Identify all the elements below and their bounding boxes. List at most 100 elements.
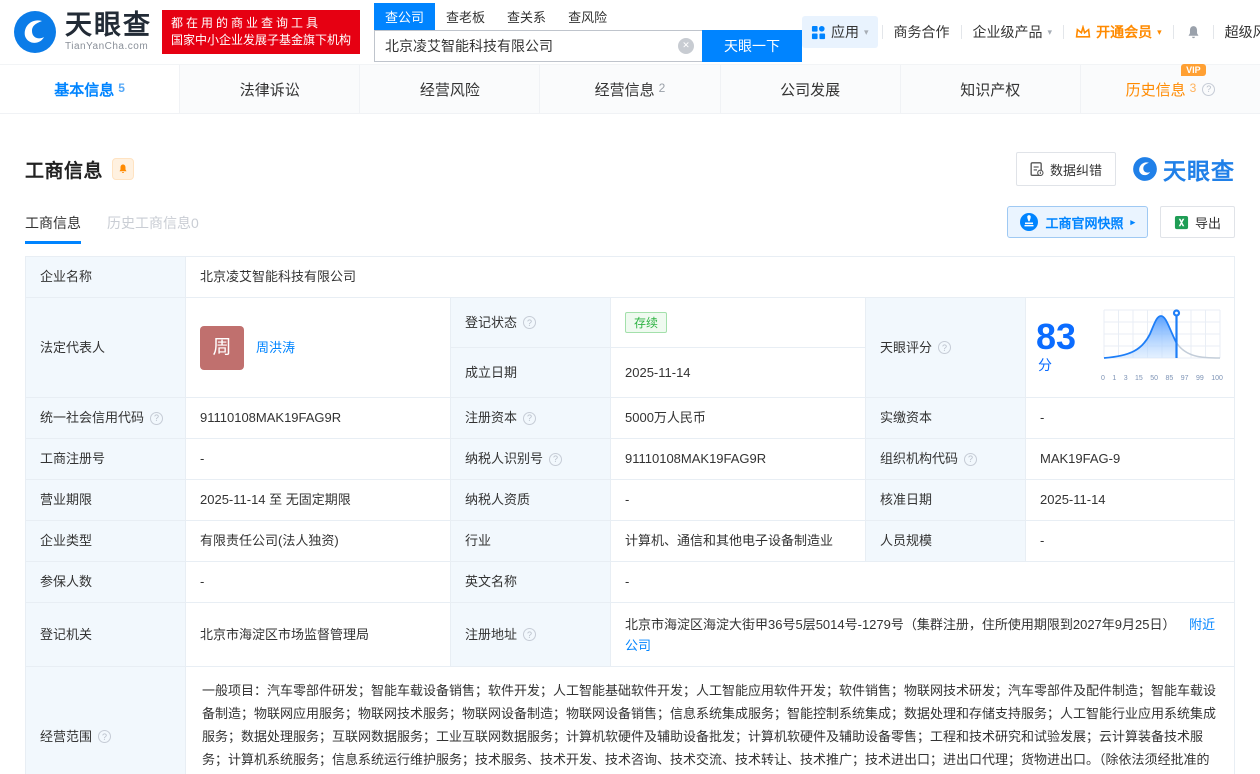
question-icon[interactable]: ?: [938, 341, 952, 354]
english-name-label: 英文名称: [451, 562, 611, 602]
legal-rep-value: 周 周洪涛: [186, 298, 451, 397]
taxpayer-id-label-cell: 纳税人识别号 ?: [451, 439, 611, 479]
legal-rep-link[interactable]: 周洪涛: [256, 338, 295, 358]
question-icon[interactable]: ?: [98, 730, 112, 743]
reg-status-value: 存续: [611, 298, 865, 347]
credit-code-label: 统一社会信用代码: [40, 410, 145, 425]
score-distribution-chart: 01 3 15 50 85 97 99 100: [1100, 306, 1224, 389]
tianyancha-logo-icon: [14, 11, 56, 53]
business-term-label: 营业期限: [26, 480, 186, 520]
logo-text: 天眼查: [65, 10, 152, 40]
enterprise-label: 企业级产品: [972, 24, 1043, 40]
stamp-icon: [1020, 213, 1039, 231]
industry-label: 行业: [451, 521, 611, 561]
industry-value: 计算机、通信和其他电子设备制造业: [611, 521, 866, 561]
org-code-label-cell: 组织机构代码 ?: [866, 439, 1026, 479]
reg-capital-label-cell: 注册资本 ?: [451, 398, 611, 438]
tab-intellectual-property[interactable]: 知识产权: [901, 65, 1081, 113]
tab-company-development[interactable]: 公司发展: [721, 65, 901, 113]
super-risk-menu[interactable]: 超级风... ▾: [1214, 22, 1260, 42]
export-button[interactable]: 导出: [1159, 206, 1235, 238]
business-term-value: 2025-11-14 至 无固定期限: [186, 480, 451, 520]
vip-label: 开通会员: [1096, 24, 1153, 40]
taxpayer-quality-label: 纳税人资质: [451, 480, 611, 520]
slogan-badge: 都在用的商业查询工具 国家中小企业发展子基金旗下机构: [162, 10, 361, 54]
tab-history-info[interactable]: 历史信息 VIP 3 ?: [1081, 63, 1260, 113]
question-icon[interactable]: ?: [150, 411, 164, 425]
score-value-cell: 83分 0 1 3 15 50 85 97 99 100: [1026, 298, 1234, 397]
paid-capital-label: 实缴资本: [866, 398, 1026, 438]
chevron-down-icon: ▾: [1157, 26, 1162, 37]
legal-rep-sub-table: 登记状态 ? 存续 成立日期 2025-11-14: [451, 298, 866, 397]
english-name-value: -: [625, 574, 630, 589]
tab-label: 基本信息: [54, 81, 115, 99]
paid-capital-value: -: [1040, 410, 1045, 425]
tab-basic-info[interactable]: 基本信息 5: [0, 65, 181, 113]
company-name-label: 企业名称: [26, 257, 186, 297]
org-code-label: 组织机构代码: [880, 451, 959, 466]
top-menu: 应用 ▾ 商务合作 企业级产品 ▾ 开通会员 ▾ 超级风: [802, 16, 1260, 48]
reg-number-value: -: [186, 439, 451, 479]
insured-count-value: -: [186, 562, 451, 602]
company-nav-tabs: 基本信息 5 法律诉讼 经营风险 经营信息 2 公司发展 知识产权 历史信息 V…: [0, 63, 1260, 114]
company-type-value: 有限责任公司(法人独资): [186, 521, 451, 561]
question-icon[interactable]: ?: [1202, 82, 1216, 96]
reg-authority-label: 登记机关: [26, 603, 186, 666]
status-badge: 存续: [625, 312, 668, 333]
tab-count: 3: [1189, 81, 1197, 95]
score-label-cell: 天眼评分 ?: [866, 298, 1026, 397]
search-button[interactable]: 天眼一下: [702, 29, 803, 62]
tianyancha-watermark: 天眼查: [1132, 152, 1235, 186]
tab-operation-risk[interactable]: 经营风险: [360, 65, 541, 113]
table-row-credit-code: 统一社会信用代码 ? 91110108MAK19FAG9R 注册资本 ? 500…: [26, 398, 1234, 439]
data-correction-button[interactable]: 数据纠错: [1015, 152, 1116, 186]
question-icon[interactable]: ?: [549, 452, 563, 466]
tab-label: 历史信息: [1125, 81, 1186, 99]
question-icon[interactable]: ?: [523, 316, 537, 329]
tab-operation-info[interactable]: 经营信息 2: [540, 65, 721, 113]
business-scope-text: 一般项目：汽车零部件研发；智能车载设备销售；软件开发；人工智能基础软件开发；人工…: [202, 683, 1217, 767]
open-vip-menu[interactable]: 开通会员 ▾: [1064, 22, 1173, 42]
subtab-history-business-info[interactable]: 历史工商信息0: [107, 213, 199, 244]
question-icon[interactable]: ?: [964, 452, 978, 466]
approval-date-value: 2025-11-14: [1040, 492, 1106, 507]
table-row-company-name: 企业名称 北京凌艾智能科技有限公司: [26, 257, 1234, 298]
tab-label: 经营风险: [419, 81, 480, 99]
tianyancha-logo[interactable]: 天眼查 TianYanCha.com: [12, 9, 152, 55]
credit-code-label-cell: 统一社会信用代码 ?: [26, 398, 186, 438]
reg-status-label-cell: 登记状态 ?: [451, 298, 611, 347]
super-risk-label: 超级风...: [1224, 24, 1260, 40]
question-icon[interactable]: ?: [523, 411, 537, 425]
business-coop-link[interactable]: 商务合作: [883, 22, 961, 42]
apps-menu[interactable]: 应用 ▾: [802, 16, 878, 48]
question-icon[interactable]: ?: [523, 628, 537, 641]
subtab-business-info[interactable]: 工商信息: [25, 213, 81, 244]
tab-count: 2: [658, 81, 666, 95]
avatar[interactable]: 周: [200, 325, 244, 370]
table-row-business-term: 营业期限 2025-11-14 至 无固定期限 纳税人资质 - 核准日期 202…: [26, 480, 1234, 521]
search-tab-risk[interactable]: 查风险: [557, 3, 618, 30]
reg-number-label: 工商注册号: [26, 439, 186, 479]
reg-status-label: 登记状态: [465, 314, 518, 330]
reg-capital-label: 注册资本: [465, 410, 518, 425]
staff-size-value: -: [1040, 533, 1045, 548]
company-name-value: 北京凌艾智能科技有限公司: [200, 269, 357, 284]
tab-label: 法律诉讼: [239, 81, 300, 99]
subscribe-bell-button[interactable]: [112, 158, 135, 180]
enterprise-products-menu[interactable]: 企业级产品 ▾: [962, 22, 1064, 42]
official-snapshot-button[interactable]: 工商官网快照 ▸: [1007, 206, 1148, 238]
clear-icon[interactable]: ✕: [678, 37, 695, 54]
reg-address-label: 注册地址: [465, 626, 518, 642]
search-tab-relation[interactable]: 查关系: [496, 3, 557, 30]
export-label: 导出: [1194, 215, 1221, 231]
notifications-button[interactable]: [1174, 24, 1213, 41]
table-row-reg-authority: 登记机关 北京市海淀区市场监督管理局 注册地址 ? 北京市海淀区海淀大街甲36号…: [26, 603, 1234, 667]
search-input[interactable]: [374, 29, 703, 62]
bell-icon: [119, 164, 127, 173]
search-tab-company[interactable]: 查公司: [374, 2, 436, 30]
search-tab-boss[interactable]: 查老板: [435, 3, 496, 30]
score-axis-labels: 01 3 15 50 85 97 99 100: [1101, 375, 1223, 382]
score-unit: 分: [1038, 357, 1052, 373]
reg-address-text: 北京市海淀区海淀大街甲36号5层5014号-1279号（集群注册，住所使用期限到…: [625, 617, 1176, 632]
tab-legal-litigation[interactable]: 法律诉讼: [180, 65, 361, 113]
